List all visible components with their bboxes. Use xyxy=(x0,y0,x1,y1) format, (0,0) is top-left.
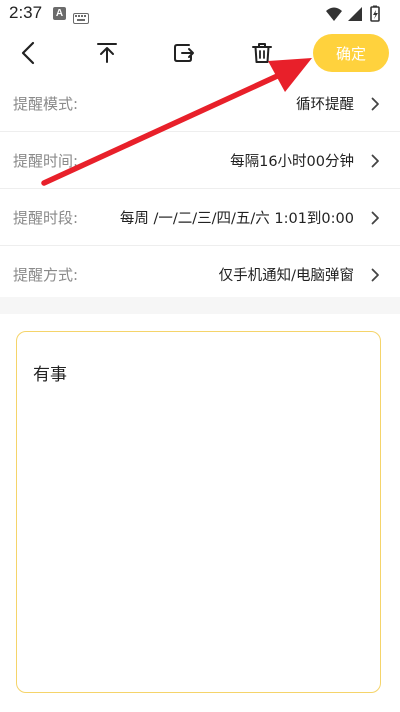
status-bar: 2:37 A xyxy=(0,0,400,28)
status-time: 2:37 xyxy=(9,3,43,22)
reminder-settings: 提醒模式: 循环提醒 提醒时间: 每隔16小时00分钟 提醒时段: 每周 /一/… xyxy=(0,75,400,303)
setting-value: 每周 /一/二/三/四/五/六 1:01到0:00 xyxy=(119,210,354,227)
chevron-right-icon xyxy=(371,153,380,172)
keyboard-icon xyxy=(73,9,89,28)
pin-top-icon xyxy=(96,42,118,68)
chevron-right-icon xyxy=(371,96,380,115)
wifi-icon xyxy=(326,7,342,21)
setting-row-period[interactable]: 提醒时段: 每周 /一/二/三/四/五/六 1:01到0:00 xyxy=(0,189,400,246)
signal-icon xyxy=(348,7,362,21)
setting-value: 每隔16小时00分钟 xyxy=(230,153,354,170)
setting-row-time[interactable]: 提醒时间: 每隔16小时00分钟 xyxy=(0,132,400,189)
note-text: 有事 xyxy=(33,365,67,385)
export-icon xyxy=(173,42,195,68)
chevron-right-icon xyxy=(371,267,380,286)
setting-label: 提醒时间: xyxy=(13,151,79,170)
setting-row-mode[interactable]: 提醒模式: 循环提醒 xyxy=(0,75,400,132)
setting-value: 仅手机通知/电脑弹窗 xyxy=(218,267,354,284)
setting-label: 提醒方式: xyxy=(13,265,79,284)
setting-label: 提醒模式: xyxy=(13,94,79,113)
share-button[interactable] xyxy=(167,38,201,72)
battery-icon xyxy=(370,5,380,22)
pin-top-button[interactable] xyxy=(90,38,124,72)
note-textarea[interactable]: 有事 xyxy=(16,331,381,693)
section-divider xyxy=(0,297,400,314)
notification-a-icon: A xyxy=(53,7,66,20)
delete-button[interactable] xyxy=(245,38,279,72)
status-indicators xyxy=(324,5,388,27)
chevron-right-icon xyxy=(371,210,380,229)
setting-label: 提醒时段: xyxy=(13,208,79,227)
trash-icon xyxy=(252,42,272,68)
back-button[interactable] xyxy=(11,38,45,72)
chevron-left-icon xyxy=(20,41,36,69)
confirm-button[interactable]: 确定 xyxy=(313,34,389,72)
setting-value: 循环提醒 xyxy=(296,96,354,113)
setting-row-method[interactable]: 提醒方式: 仅手机通知/电脑弹窗 xyxy=(0,246,400,303)
